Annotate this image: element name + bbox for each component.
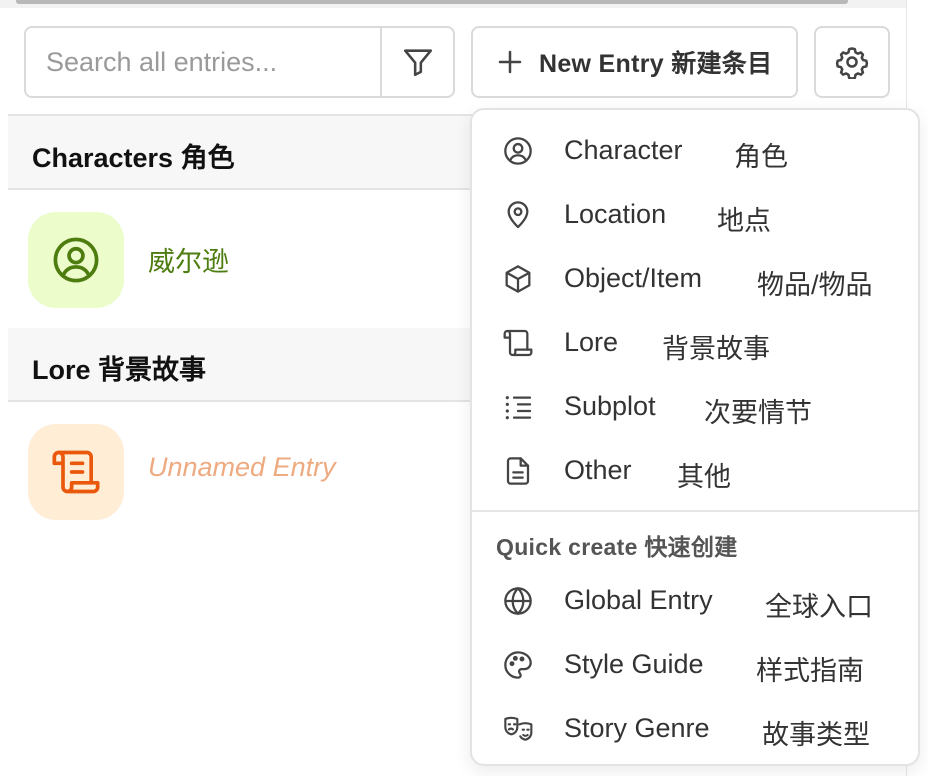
new-entry-label: New Entry 新建条目 bbox=[539, 50, 773, 78]
menu-item-label-zh: 次要情节 bbox=[704, 398, 812, 428]
list-tree-icon bbox=[505, 396, 532, 420]
scroll-icon bbox=[503, 329, 533, 357]
menu-item-location[interactable]: Location 地点 bbox=[472, 184, 918, 244]
entry-name: Unnamed Entry bbox=[148, 452, 336, 482]
section-title: Lore 背景故事 bbox=[32, 355, 207, 385]
file-text-icon bbox=[506, 457, 530, 485]
menu-item-label: Character bbox=[564, 135, 683, 165]
horizontal-scrollbar[interactable] bbox=[0, 0, 906, 8]
menu-item-label-zh: 角色 bbox=[734, 142, 788, 172]
palette-icon bbox=[504, 651, 532, 679]
menu-item-label: Other bbox=[564, 455, 632, 485]
drama-masks-icon bbox=[504, 716, 533, 741]
globe-icon bbox=[504, 586, 532, 616]
user-circle-icon bbox=[53, 237, 99, 283]
menu-item-label: Story Genre bbox=[564, 713, 710, 743]
menu-item-lore[interactable]: Lore 背景故事 bbox=[472, 312, 918, 372]
menu-item-label: Location bbox=[564, 199, 667, 229]
menu-item-subplot[interactable]: Subplot 次要情节 bbox=[472, 376, 918, 436]
entry-name: 威尔逊 bbox=[148, 247, 229, 277]
entry-avatar bbox=[28, 212, 124, 308]
settings-button[interactable] bbox=[814, 26, 890, 98]
cube-icon bbox=[505, 265, 531, 293]
menu-item-label: Lore bbox=[564, 327, 619, 357]
menu-item-style-guide[interactable]: Style Guide 样式指南 bbox=[472, 634, 918, 694]
filter-icon bbox=[403, 49, 432, 77]
plus-icon bbox=[498, 50, 522, 74]
menu-item-object[interactable]: Object/Item 物品/物品 bbox=[472, 248, 918, 308]
menu-item-label: Style Guide bbox=[564, 649, 704, 679]
menu-item-label: Global Entry bbox=[564, 585, 713, 615]
menu-item-other[interactable]: Other 其他 bbox=[472, 440, 918, 500]
menu-item-label-zh: 全球入口 bbox=[765, 592, 873, 622]
menu-item-label-zh: 样式指南 bbox=[756, 656, 864, 686]
filter-button[interactable] bbox=[380, 28, 453, 96]
search-input[interactable] bbox=[26, 28, 380, 96]
lorebook-panel: New Entry 新建条目 Characters 角色 威尔逊 Lore 背景… bbox=[0, 0, 928, 776]
menu-item-character[interactable]: Character 角色 bbox=[472, 120, 918, 180]
user-circle-icon bbox=[504, 137, 532, 165]
menu-item-story-genre[interactable]: Story Genre 故事类型 bbox=[472, 698, 918, 758]
menu-divider bbox=[472, 510, 918, 512]
menu-item-label: Subplot bbox=[564, 391, 656, 421]
quick-create-heading: Quick create 快速创建 bbox=[496, 534, 738, 560]
menu-item-label-zh: 背景故事 bbox=[662, 334, 770, 364]
scroll-icon bbox=[52, 450, 100, 494]
map-pin-icon bbox=[507, 201, 529, 229]
new-entry-button[interactable]: New Entry 新建条目 bbox=[471, 26, 798, 98]
menu-item-label: Object/Item bbox=[564, 263, 703, 293]
search-box bbox=[24, 26, 455, 98]
scrollbar-thumb[interactable] bbox=[16, 0, 848, 4]
section-title: Characters 角色 bbox=[32, 143, 235, 173]
menu-item-label-zh: 地点 bbox=[717, 206, 771, 236]
new-entry-dropdown: Character 角色 Location 地点 Object/Item 物品/… bbox=[470, 108, 920, 766]
menu-item-label-zh: 物品/物品 bbox=[757, 270, 873, 300]
entry-avatar bbox=[28, 424, 124, 520]
menu-item-label-zh: 故事类型 bbox=[762, 720, 870, 750]
menu-item-global-entry[interactable]: Global Entry 全球入口 bbox=[472, 570, 918, 630]
gear-icon bbox=[835, 47, 869, 79]
menu-item-label-zh: 其他 bbox=[677, 462, 731, 492]
